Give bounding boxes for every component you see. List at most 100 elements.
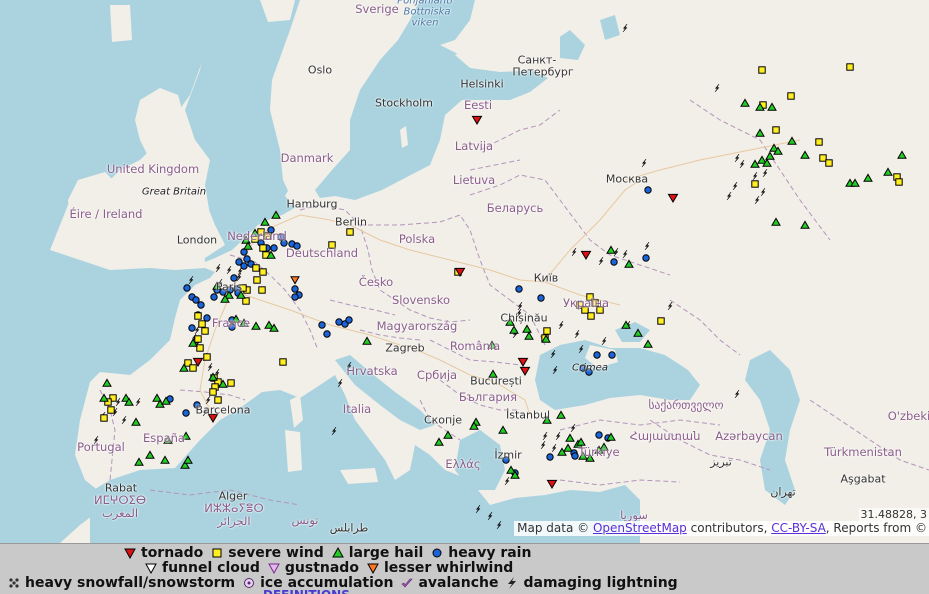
large-hail-marker[interactable]: [509, 325, 519, 334]
heavy-rain-marker[interactable]: [291, 293, 299, 301]
severe-wind-marker[interactable]: [194, 335, 202, 343]
large-hail-marker[interactable]: [565, 433, 575, 442]
large-hail-marker[interactable]: [771, 217, 781, 226]
heavy-rain-marker[interactable]: [608, 351, 616, 359]
damaging-lightning-marker[interactable]: [622, 249, 628, 259]
heavy-rain-marker[interactable]: [323, 330, 331, 338]
damaging-lightning-marker[interactable]: [644, 241, 650, 251]
large-hail-marker[interactable]: [183, 455, 193, 464]
heavy-rain-marker[interactable]: [183, 284, 191, 292]
tornado-marker[interactable]: [667, 193, 679, 204]
damaging-lightning-marker[interactable]: [551, 443, 557, 453]
large-hail-marker[interactable]: [362, 336, 372, 345]
damaging-lightning-marker[interactable]: [574, 329, 580, 339]
severe-wind-marker[interactable]: [198, 320, 206, 328]
large-hail-marker[interactable]: [434, 437, 444, 446]
damaging-lightning-marker[interactable]: [487, 511, 493, 521]
heavy-rain-marker[interactable]: [595, 431, 603, 439]
large-hail-marker[interactable]: [134, 457, 144, 466]
openstreetmap-link[interactable]: OpenStreetMap: [593, 521, 687, 535]
map-view[interactable]: Sverige Pohjanlahti Bottniska viken Oslo Hels…: [0, 0, 929, 543]
severe-wind-marker[interactable]: [107, 406, 115, 414]
severe-wind-marker[interactable]: [543, 327, 551, 335]
heavy-rain-marker[interactable]: [318, 321, 326, 329]
damaging-lightning-marker[interactable]: [732, 181, 738, 191]
damaging-lightning-marker[interactable]: [552, 365, 558, 375]
large-hail-marker[interactable]: [897, 150, 907, 159]
large-hail-marker[interactable]: [99, 393, 109, 402]
large-hail-marker[interactable]: [102, 378, 112, 387]
damaging-lightning-marker[interactable]: [571, 247, 577, 257]
heavy-rain-marker[interactable]: [610, 258, 618, 266]
large-hail-marker[interactable]: [765, 151, 775, 160]
large-hail-marker[interactable]: [863, 173, 873, 182]
large-hail-marker[interactable]: [624, 259, 634, 268]
damaging-lightning-marker[interactable]: [475, 504, 481, 514]
heavy-rain-marker[interactable]: [345, 316, 353, 324]
damaging-lightning-marker[interactable]: [188, 275, 194, 285]
damaging-lightning-marker[interactable]: [542, 431, 548, 441]
damaging-lightning-marker[interactable]: [135, 397, 141, 407]
damaging-lightning-marker[interactable]: [550, 349, 556, 359]
large-hail-marker[interactable]: [556, 410, 566, 419]
damaging-lightning-marker[interactable]: [578, 344, 584, 354]
damaging-lightning-marker[interactable]: [226, 265, 232, 275]
severe-wind-marker[interactable]: [259, 268, 267, 276]
severe-wind-marker[interactable]: [252, 264, 260, 272]
heavy-rain-marker[interactable]: [644, 186, 652, 194]
lesser-whirlwind-marker[interactable]: [290, 276, 300, 285]
severe-wind-marker[interactable]: [189, 364, 197, 372]
damaging-lightning-marker[interactable]: [752, 171, 758, 181]
damaging-lightning-marker[interactable]: [667, 301, 673, 311]
severe-wind-marker[interactable]: [846, 63, 854, 71]
damaging-lightning-marker[interactable]: [337, 378, 343, 388]
large-hail-marker[interactable]: [750, 159, 760, 168]
severe-wind-marker[interactable]: [100, 414, 108, 422]
damaging-lightning-marker[interactable]: [540, 440, 546, 450]
damaging-lightning-marker[interactable]: [734, 153, 740, 163]
damaging-lightning-marker[interactable]: [331, 426, 337, 436]
damaging-lightning-marker[interactable]: [734, 389, 740, 399]
definitions-link[interactable]: DEFINITIONS: [263, 589, 350, 594]
damaging-lightning-marker[interactable]: [601, 336, 607, 346]
severe-wind-marker[interactable]: [203, 353, 211, 361]
damaging-lightning-marker[interactable]: [215, 263, 221, 273]
heavy-rain-marker[interactable]: [210, 293, 218, 301]
severe-wind-marker[interactable]: [209, 388, 217, 396]
heavy-rain-marker[interactable]: [240, 262, 248, 270]
large-hail-marker[interactable]: [787, 136, 797, 145]
damaging-lightning-marker[interactable]: [207, 362, 213, 372]
heavy-rain-marker[interactable]: [537, 294, 545, 302]
large-hail-marker[interactable]: [643, 339, 653, 348]
damaging-lightning-marker[interactable]: [517, 301, 523, 311]
severe-wind-marker[interactable]: [258, 286, 266, 294]
heavy-rain-marker[interactable]: [197, 301, 205, 309]
severe-wind-marker[interactable]: [758, 66, 766, 74]
heavy-rain-marker[interactable]: [192, 296, 200, 304]
cc-by-sa-link[interactable]: CC-BY-SA: [771, 521, 826, 535]
damaging-lightning-marker[interactable]: [504, 476, 510, 486]
severe-wind-marker[interactable]: [815, 138, 823, 146]
large-hail-marker[interactable]: [145, 450, 155, 459]
damaging-lightning-marker[interactable]: [641, 158, 647, 168]
large-hail-marker[interactable]: [767, 102, 777, 111]
heavy-rain-marker[interactable]: [642, 254, 650, 262]
heavy-rain-marker[interactable]: [571, 452, 579, 460]
large-hail-marker[interactable]: [271, 210, 281, 219]
large-hail-marker[interactable]: [755, 128, 765, 137]
large-hail-marker[interactable]: [131, 417, 141, 426]
severe-wind-marker[interactable]: [825, 159, 833, 167]
severe-wind-marker[interactable]: [772, 126, 780, 134]
severe-wind-marker[interactable]: [657, 317, 665, 325]
damaging-lightning-marker[interactable]: [760, 187, 766, 197]
heavy-rain-marker[interactable]: [203, 314, 211, 322]
damaging-lightning-marker[interactable]: [714, 83, 720, 93]
severe-wind-marker[interactable]: [201, 327, 209, 335]
large-hail-marker[interactable]: [524, 331, 534, 340]
large-hail-marker[interactable]: [251, 321, 261, 330]
severe-wind-marker[interactable]: [196, 344, 204, 352]
heavy-rain-marker[interactable]: [593, 351, 601, 359]
damaging-lightning-marker[interactable]: [762, 168, 768, 178]
severe-wind-marker[interactable]: [895, 178, 903, 186]
large-hail-marker[interactable]: [800, 220, 810, 229]
